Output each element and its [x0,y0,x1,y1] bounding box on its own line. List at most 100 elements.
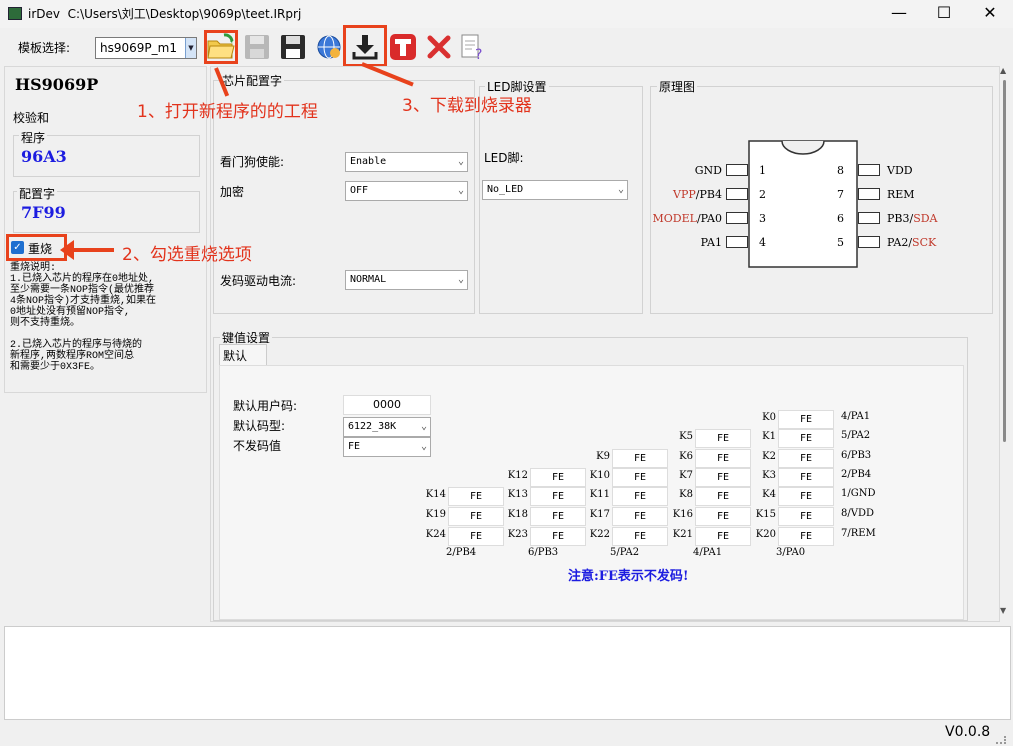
note-line: 4条NOP指令)才支持重烧,如果在 [10,296,157,307]
key-value-input[interactable]: FE [695,468,751,487]
save-icon [245,35,269,59]
pin-name: PB3/ [887,212,914,225]
scroll-up-icon[interactable]: ▲ [1000,66,1006,75]
note-line: 和需要少于0X3FE。 [10,362,101,373]
pin-name: REM [887,188,915,201]
chevron-down-icon: ⌄ [617,184,624,195]
key-value-input[interactable]: FE [695,487,751,506]
close-icon [427,35,451,59]
save-button[interactable] [242,32,272,62]
maximize-button[interactable]: ☐ [921,0,967,28]
file-path: C:\Users\刘工\Desktop\9069p\teet.IRprj [67,7,302,21]
key-value-input[interactable]: FE [695,449,751,468]
key-value-input[interactable]: FE [695,527,751,546]
scroll-down-icon[interactable]: ▼ [1000,606,1006,615]
code-type-select[interactable]: 6122_38K ⌄ [343,417,431,437]
key-value-input[interactable]: FE [778,410,834,429]
key-value-input[interactable]: FE [612,487,668,506]
pin-suffix: SDA [913,212,938,225]
chevron-down-icon: ⌄ [420,441,427,452]
row-pin-label: 4/PA1 [841,411,871,422]
key-label: K4 [762,489,776,500]
pin-num-5: 5 [837,236,844,249]
key-value-input[interactable]: FE [612,449,668,468]
highlight-box-download [343,25,387,67]
key-value-input[interactable]: FE [778,507,834,526]
minimize-button[interactable]: — [876,0,922,28]
drive-current-label: 发码驱动电流: [220,274,297,288]
key-label: K19 [425,509,446,520]
pin-name: PA2/ [887,236,913,249]
globe-icon [317,35,341,59]
encrypt-select[interactable]: OFF ⌄ [345,181,468,201]
pin-num-4: 4 [759,236,766,249]
key-label: K14 [425,489,446,500]
led-pin-select[interactable]: No_LED ⌄ [482,180,628,200]
reburn-notes: 重烧说明: 1.已烧入芯片的程序在0地址处, 至少需要一条NOP指令(最优推荐 … [10,263,205,373]
template-select[interactable]: hs9069P_m1 ▼ [95,37,197,59]
log-output[interactable] [4,626,1011,720]
key-value-input[interactable]: FE [530,507,586,526]
nocode-select[interactable]: FE ⌄ [343,437,431,457]
help-button[interactable]: ? [458,32,488,63]
pin-num-7: 7 [837,188,844,201]
web-button[interactable] [314,32,344,62]
code-type-value: 6122_38K [348,421,397,432]
key-value-input[interactable]: FE [695,429,751,448]
help-doc-icon: ? [461,34,482,63]
pin-5 [858,236,880,248]
resize-grip-icon[interactable] [996,736,1006,744]
key-value-input[interactable]: FE [612,507,668,526]
row-pin-label: 7/REM [841,528,876,539]
key-value-input[interactable]: FE [530,468,586,487]
close-window-button[interactable]: ✕ [967,0,1013,28]
scrollbar-thumb[interactable] [1003,80,1006,442]
key-value-input[interactable]: FE [448,487,504,506]
encrypt-value: OFF [350,185,369,196]
app-name: irDev [28,7,60,21]
pin-1 [726,164,748,176]
pin-3 [726,212,748,224]
key-label: K7 [679,470,693,481]
test-button[interactable] [388,32,418,62]
key-value-input[interactable]: FE [778,468,834,487]
highlight-box-reburn [6,234,67,261]
pin-label-4: PA1 [640,236,722,249]
key-value-input[interactable]: FE [448,527,504,546]
encrypt-label: 加密 [220,185,245,199]
key-label: K18 [507,509,528,520]
watchdog-select[interactable]: Enable ⌄ [345,152,468,172]
chevron-down-icon[interactable]: ▼ [185,38,196,58]
key-label: K10 [589,470,610,481]
key-value-input[interactable]: FE [612,527,668,546]
user-code-input[interactable]: 0000 [343,395,431,415]
key-value-input[interactable]: FE [448,507,504,526]
pin-name: PA1 [700,236,722,249]
chevron-down-icon: ⌄ [457,274,464,285]
app-icon [8,7,22,20]
key-value-input[interactable]: FE [778,449,834,468]
key-label: K21 [672,529,693,540]
key-value-input[interactable]: FE [530,527,586,546]
note-line: 0地址处没有预留NOP指令, [10,307,131,318]
pin-prefix: MODEL [652,212,697,225]
key-value-input[interactable]: FE [695,507,751,526]
row-pin-label: 6/PB3 [841,450,872,461]
annotation-step2: 2、勾选重烧选项 [122,245,252,265]
fe-note: 注意:FE表示不发码! [568,569,689,584]
key-value-input[interactable]: FE [778,429,834,448]
key-value-input[interactable]: FE [778,527,834,546]
delete-button[interactable] [424,32,454,62]
drive-current-value: NORMAL [350,274,387,285]
drive-current-select[interactable]: NORMAL ⌄ [345,270,468,290]
config-checksum-value: 7F99 [21,203,66,222]
key-value-input[interactable]: FE [530,487,586,506]
pin-suffix: SCK [912,236,937,249]
key-value-input[interactable]: FE [612,468,668,487]
watchdog-value: Enable [350,156,387,167]
key-value-input[interactable]: FE [778,487,834,506]
vertical-scrollbar[interactable]: ▲ ▼ [1000,66,1011,622]
tab-default[interactable]: 默认 [219,344,267,366]
save-as-button[interactable] [278,32,308,62]
annotation-step1: 1、打开新程序的的工程 [137,102,318,122]
